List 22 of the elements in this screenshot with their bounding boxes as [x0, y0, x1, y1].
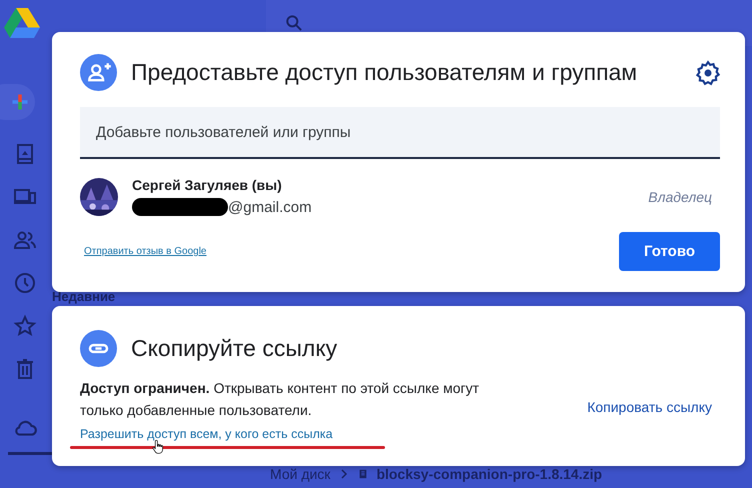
dialog-title: Предоставьте доступ пользователям и группам [131, 59, 638, 86]
done-button[interactable]: Готово [619, 232, 720, 271]
person-email: @gmail.com [228, 198, 312, 216]
search-icon [284, 13, 304, 33]
add-person-icon [80, 54, 117, 91]
settings-icon[interactable] [695, 60, 721, 86]
star-icon[interactable] [13, 314, 37, 338]
access-description: Доступ ограничен. Открывать контент по этой ссылке могут только добавленные пользователи. [80, 379, 480, 420]
file-icon [358, 467, 368, 481]
section-title: Недавние [52, 289, 116, 304]
drive-logo-icon [2, 5, 42, 41]
role-label: Владелец [648, 188, 712, 204]
change-access-link[interactable]: Разрешить доступ всем, у кого есть ссылка [80, 427, 510, 441]
clock-icon[interactable] [13, 271, 37, 295]
storage-bar [8, 452, 52, 455]
dialog-title: Скопируйте ссылку [131, 335, 338, 362]
link-icon [80, 330, 117, 367]
person-name: Сергей Загуляев (вы) [132, 177, 283, 193]
input-field[interactable]: Добавьте пользователей или группы [80, 107, 720, 159]
feedback-link[interactable]: Отправить отзыв в Google [84, 246, 206, 257]
copy-link-button[interactable]: Копировать ссылку [587, 399, 712, 415]
file-name: blocksy-companion-pro-1.8.14.zip [376, 466, 602, 482]
